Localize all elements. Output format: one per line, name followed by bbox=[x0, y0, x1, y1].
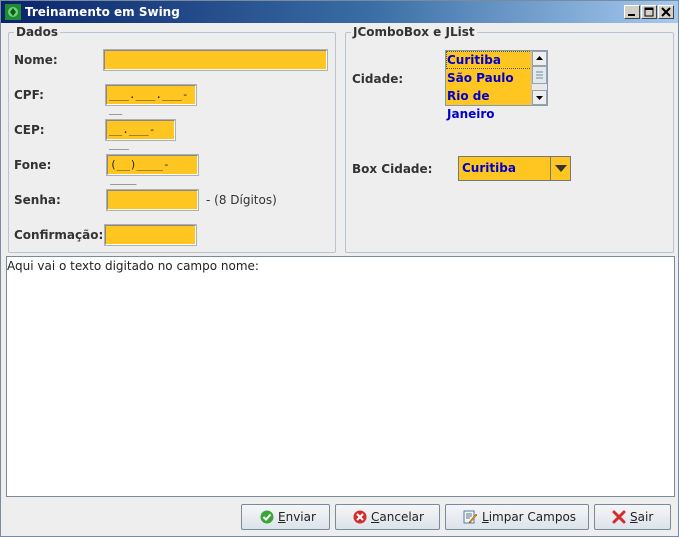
nome-label: Nome: bbox=[14, 53, 58, 67]
chevron-down-icon bbox=[555, 165, 567, 172]
senha-label: Senha: bbox=[14, 193, 61, 207]
fone-input[interactable]: (__)____-____ bbox=[106, 154, 199, 185]
arrow-down-icon bbox=[536, 96, 543, 100]
box-cidade-selected: Curitiba bbox=[462, 161, 516, 175]
senha-hint: - (8 Dígitos) bbox=[206, 193, 277, 207]
grip-icon bbox=[536, 71, 543, 79]
main-window: Treinamento em Swing Dados Nome: CPF: __… bbox=[0, 0, 679, 537]
cidade-list-scrollbar[interactable] bbox=[531, 51, 547, 105]
exit-x-icon bbox=[612, 510, 626, 524]
combo-dropdown-button[interactable] bbox=[550, 157, 570, 180]
list-item[interactable]: Curitiba bbox=[446, 51, 532, 69]
limpar-campos-label: Limpar Campos bbox=[482, 510, 577, 524]
scroll-thumb[interactable] bbox=[532, 66, 547, 84]
title-bar[interactable]: Treinamento em Swing bbox=[1, 1, 678, 23]
enviar-label: Enviar bbox=[278, 510, 316, 524]
edit-document-icon bbox=[463, 510, 477, 524]
cidade-list[interactable]: Curitiba São Paulo Rio de Janeiro bbox=[445, 50, 548, 121]
box-cidade-label: Box Cidade: bbox=[352, 162, 433, 176]
scroll-down-button[interactable] bbox=[532, 90, 547, 105]
cep-label: CEP: bbox=[14, 123, 45, 137]
maximize-button[interactable] bbox=[641, 5, 657, 19]
scroll-up-button[interactable] bbox=[532, 51, 547, 66]
output-textarea[interactable]: Aqui vai o texto digitado no campo nome: bbox=[6, 256, 675, 497]
box-cidade-combobox[interactable]: Curitiba bbox=[458, 156, 571, 181]
list-item[interactable]: Rio de Janeiro bbox=[446, 87, 532, 121]
cidade-list-items: Curitiba São Paulo Rio de Janeiro bbox=[446, 51, 532, 121]
confirmacao-label: Confirmação: bbox=[14, 228, 104, 242]
check-icon bbox=[260, 510, 274, 524]
cancelar-button[interactable]: Cancelar bbox=[335, 504, 440, 530]
window-title: Treinamento em Swing bbox=[25, 5, 180, 19]
combo-list-panel-title: JComboBox e JList bbox=[351, 25, 477, 39]
maximize-icon bbox=[644, 7, 654, 17]
arrow-up-icon bbox=[536, 56, 543, 60]
sair-label: Sair bbox=[630, 510, 654, 524]
close-button[interactable] bbox=[658, 5, 674, 19]
enviar-button[interactable]: Enviar bbox=[241, 504, 330, 530]
confirmacao-input[interactable] bbox=[104, 224, 197, 246]
fone-label: Fone: bbox=[14, 158, 52, 172]
cancelar-label: Cancelar bbox=[371, 510, 424, 524]
cpf-label: CPF: bbox=[14, 88, 44, 102]
cancel-icon bbox=[353, 510, 367, 524]
close-icon bbox=[661, 7, 671, 17]
java-app-icon bbox=[5, 4, 21, 20]
dados-panel-title: Dados bbox=[14, 25, 61, 39]
cidade-label: Cidade: bbox=[352, 72, 404, 86]
list-item[interactable]: São Paulo bbox=[446, 69, 532, 87]
minimize-icon bbox=[628, 14, 635, 16]
senha-input[interactable] bbox=[106, 189, 199, 211]
limpar-campos-button[interactable]: Limpar Campos bbox=[445, 504, 589, 530]
cpf-input[interactable]: ___.___.___-__ bbox=[105, 84, 197, 115]
nome-input[interactable] bbox=[103, 49, 328, 71]
minimize-button[interactable] bbox=[624, 5, 640, 19]
cep-input[interactable]: __.___-___ bbox=[105, 119, 176, 150]
sair-button[interactable]: Sair bbox=[594, 504, 671, 530]
